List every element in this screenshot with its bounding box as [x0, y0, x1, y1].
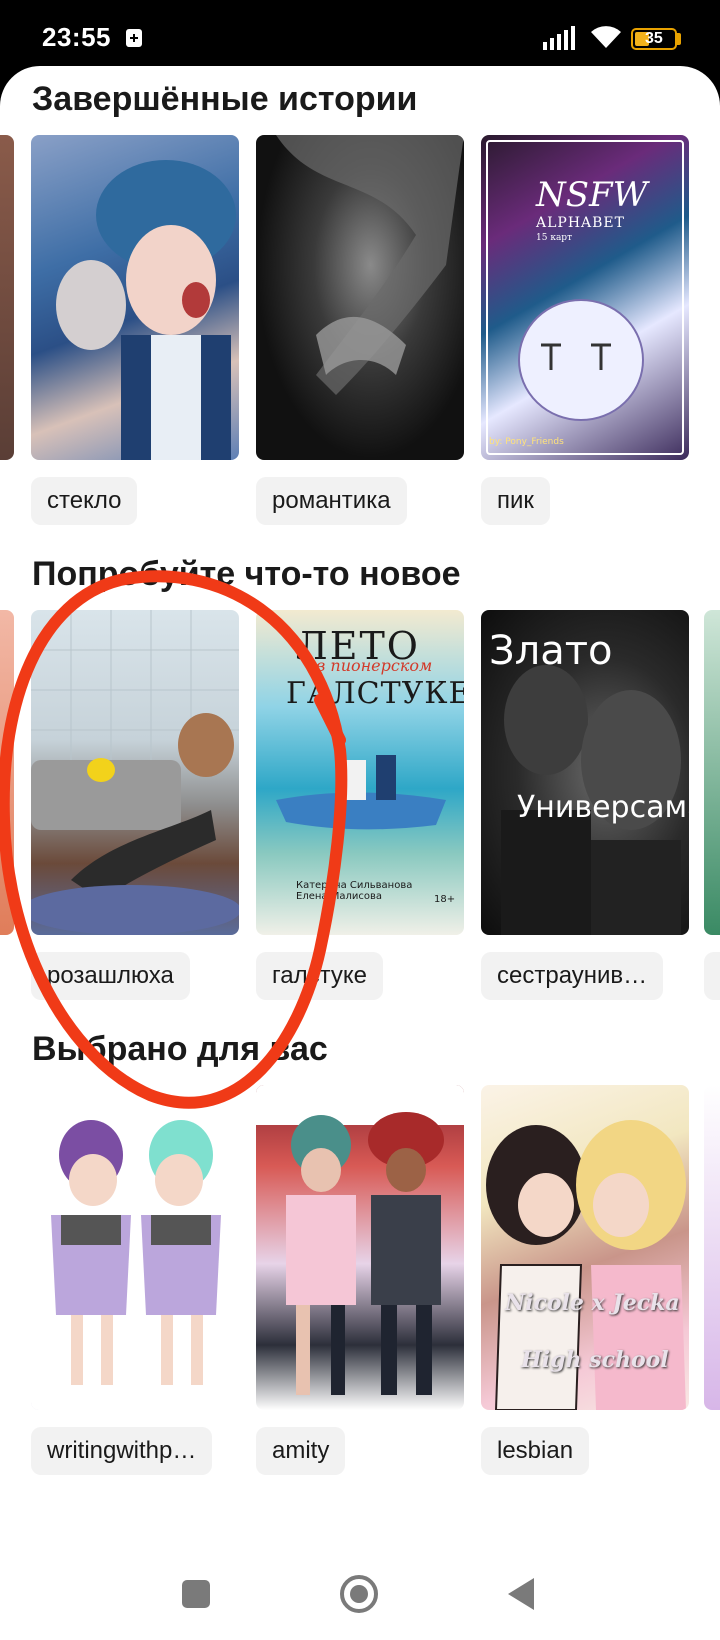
cover-title: Злато [489, 628, 613, 674]
status-time: 23:55 [42, 22, 111, 52]
cover-peek-left[interactable] [0, 135, 14, 460]
tag-chip[interactable]: сестраунив… [481, 952, 664, 1000]
section-title-try-new: Попробуйте что-то новое [32, 555, 461, 593]
story-cover[interactable] [31, 610, 239, 935]
main-sheet[interactable]: Завершённые истории стекло романтика NSF… [0, 66, 720, 1640]
tag-chip[interactable]: розашлюха [31, 952, 190, 1000]
recent-apps-icon[interactable] [182, 1580, 210, 1608]
battery-level: 35 [645, 30, 663, 47]
cover-title: Nicole x Jecka [505, 1290, 680, 1316]
cover-authors: Катерина Сильванова Елена Малисова [296, 880, 413, 902]
cover-author: by: Pony_Friends [489, 437, 564, 447]
story-cover[interactable]: ЛЕТО в пионерском ГАЛСТУКЕ Катерина Силь… [256, 610, 464, 935]
section-title-completed: Завершённые истории [32, 80, 418, 118]
home-icon[interactable] [340, 1575, 378, 1613]
story-cover[interactable] [31, 1085, 239, 1410]
row-picked[interactable]: writingwithp… amity Nicole x Jecka High … [0, 1085, 720, 1475]
story-cover[interactable]: NSFW ALPHABET 15 карт by: Pony_Friends [481, 135, 689, 460]
cover-peek-right[interactable] [704, 610, 720, 935]
tag-chip[interactable]: галстуке [256, 952, 383, 1000]
story-cover[interactable]: Nicole x Jecka High school [481, 1085, 689, 1410]
cover-age: 18+ [434, 894, 456, 905]
cover-title-2: Универсама [517, 790, 689, 825]
story-cover[interactable]: Злато Универсама [481, 610, 689, 935]
story-cover[interactable] [256, 1085, 464, 1410]
tag-chip[interactable]: lesbian [481, 1427, 590, 1475]
cover-peek-right[interactable] [704, 1085, 720, 1410]
story-cover[interactable] [31, 135, 239, 460]
tag-chip-peek[interactable] [704, 952, 720, 1000]
back-icon[interactable] [508, 1578, 534, 1610]
row-try-new[interactable]: розашлюха ЛЕТО в пионерском ГАЛСТУКЕ Кат… [0, 610, 720, 1000]
notification-icon [126, 29, 142, 47]
wifi-icon [591, 26, 621, 48]
signal-icon [543, 26, 575, 50]
battery-icon: 35 [631, 28, 677, 50]
row-completed[interactable]: стекло романтика NSFW ALPHABET 15 карт b… [0, 135, 720, 525]
cover-peek-left[interactable] [0, 610, 14, 935]
tag-chip[interactable]: writingwithp… [31, 1427, 213, 1475]
tag-chip[interactable]: романтика [256, 477, 407, 525]
tag-chip[interactable]: стекло [31, 477, 138, 525]
tag-chip[interactable]: пик [481, 477, 550, 525]
cover-title-2: High school [521, 1347, 669, 1373]
story-cover[interactable] [256, 135, 464, 460]
tag-chip[interactable]: amity [256, 1427, 346, 1475]
section-title-picked: Выбрано для вас [32, 1030, 328, 1068]
